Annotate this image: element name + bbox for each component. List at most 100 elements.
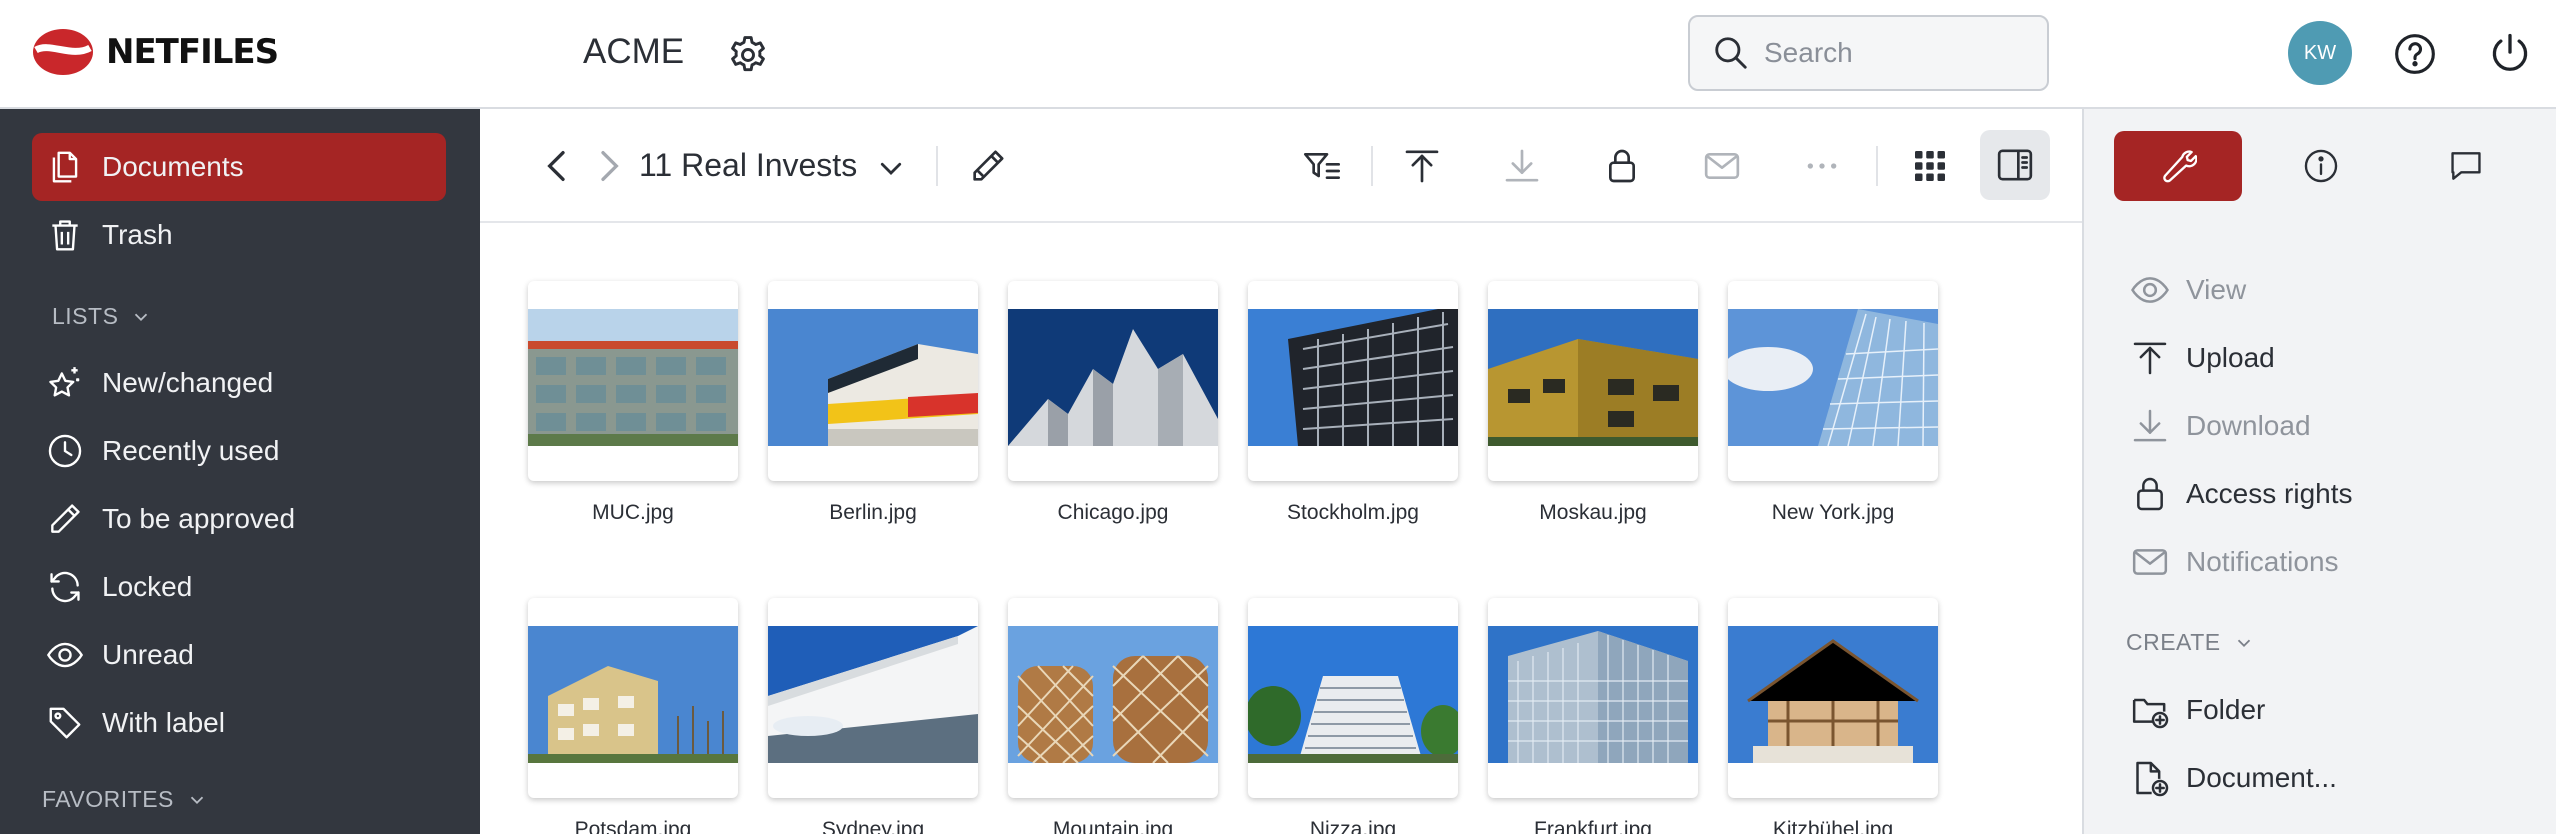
sidebar-item-locked[interactable]: Locked [32,553,446,621]
file-tile[interactable]: Potsdam.jpg [528,598,738,834]
clock-icon [48,434,82,468]
file-tile[interactable]: Moskau.jpg [1488,281,1698,525]
file-tile[interactable]: New York.jpg [1728,281,1938,525]
folder-title[interactable]: 11 Real Invests [639,143,857,187]
action-view[interactable]: View [2130,265,2246,315]
action-access-rights[interactable]: Access rights [2130,469,2353,519]
file-tile[interactable]: Mountain.jpg [1008,598,1218,834]
file-tile[interactable]: MUC.jpg [528,281,738,525]
toolbar-separator [936,146,938,186]
file-thumbnail[interactable] [1728,598,1938,798]
lists-section-header[interactable]: LISTS [52,303,152,330]
power-logout-icon[interactable] [2488,30,2532,76]
action-label: Download [2186,410,2311,441]
sidebar-item-label: With label [102,707,225,738]
forward-arrow-icon[interactable] [588,146,628,186]
action-upload[interactable]: Upload [2130,333,2275,383]
edit-pencil-icon[interactable] [968,146,1008,186]
file-name: Chicago.jpg [1057,501,1169,524]
file-name: Stockholm.jpg [1287,501,1419,524]
search-input[interactable] [1764,37,2024,69]
file-thumbnail[interactable] [1488,598,1698,798]
file-tile[interactable]: Berlin.jpg [768,281,978,525]
action-label: View [2186,274,2247,305]
file-name: Potsdam.jpg [574,818,692,834]
eye-icon [47,642,83,668]
toolbar: 11 Real Invests [480,109,2082,223]
file-thumbnail[interactable] [528,281,738,481]
sidebar-item-with-label[interactable]: With label [32,689,446,757]
wrench-icon [2163,150,2197,183]
sidebar-item-documents[interactable]: Documents [32,133,446,201]
favorites-section-header[interactable]: FAVORITES [42,786,208,813]
file-thumbnail[interactable] [1248,598,1458,798]
building-photo-muc [528,309,738,446]
download-icon [2133,409,2167,442]
file-thumbnail[interactable] [1248,281,1458,481]
mail-icon[interactable] [1702,146,1742,186]
help-icon[interactable] [2393,32,2437,76]
file-thumbnail[interactable] [1488,281,1698,481]
sidebar-panel-icon [1995,145,2035,185]
search-box[interactable] [1688,15,2049,91]
file-tile[interactable]: Kitzbühel.jpg [1728,598,1938,834]
tab-info[interactable] [2257,131,2385,201]
building-photo-kitzbuehel [1728,626,1938,763]
search-icon [1715,37,1747,69]
sidebar-item-trash[interactable]: Trash [32,201,446,269]
building-photo-sydney [768,626,978,763]
upload-icon[interactable] [1402,146,1442,186]
company-name[interactable]: ACME [583,28,684,76]
tab-comments[interactable] [2402,131,2530,201]
file-name: Mountain.jpg [1052,818,1174,834]
file-tile[interactable]: Stockholm.jpg [1248,281,1458,525]
file-thumbnail[interactable] [768,598,978,798]
file-tile[interactable]: Nizza.jpg [1248,598,1458,834]
action-label: Access rights [2186,478,2353,509]
toolbar-separator [1371,146,1373,186]
file-thumbnail[interactable] [1008,281,1218,481]
action-notifications[interactable]: Notifications [2130,537,2339,587]
gear-icon[interactable] [726,33,770,77]
sidebar-panel-toggle[interactable] [1980,130,2050,200]
action-download[interactable]: Download [2130,401,2311,451]
section-title: FAVORITES [42,786,174,812]
lock-icon[interactable] [1602,146,1642,186]
more-icon[interactable] [1802,146,1842,186]
sidebar-item-recently-used[interactable]: Recently used [32,417,446,485]
info-icon [2304,149,2338,183]
tag-icon [49,707,81,739]
file-thumbnail[interactable] [768,281,978,481]
filter-icon[interactable] [1302,146,1342,186]
chevron-down-icon[interactable] [876,153,906,183]
file-tile[interactable]: Frankfurt.jpg [1488,598,1698,834]
tab-actions[interactable] [2114,131,2242,201]
grid-view-icon[interactable] [1910,146,1950,186]
create-folder[interactable]: Folder [2130,685,2265,735]
user-avatar[interactable]: KW [2288,21,2352,85]
sidebar: Documents Trash LISTS New/changed Recent… [0,109,480,834]
sidebar-item-to-be-approved[interactable]: To be approved [32,485,446,553]
building-photo-nizza [1248,626,1458,763]
file-tile[interactable]: Chicago.jpg [1008,281,1218,525]
back-arrow-icon[interactable] [538,146,578,186]
download-icon[interactable] [1502,146,1542,186]
chevron-down-icon [190,796,204,804]
create-section-header[interactable]: CREATE [2126,629,2255,656]
netfiles-logo[interactable]: NETFILES [32,28,279,76]
file-name: Nizza.jpg [1309,818,1397,834]
file-name: New York.jpg [1771,501,1895,524]
file-thumbnail[interactable] [528,598,738,798]
file-tile[interactable]: Sydney.jpg [768,598,978,834]
sidebar-item-new-changed[interactable]: New/changed [32,349,446,417]
file-name: Moskau.jpg [1539,501,1647,524]
document-add-icon [2136,761,2169,797]
file-thumbnail[interactable] [1008,598,1218,798]
pencil-icon [51,504,80,533]
action-label: Folder [2186,694,2266,725]
file-thumbnail[interactable] [1728,281,1938,481]
create-document[interactable]: Document... [2130,753,2337,803]
netfiles-logo-icon [33,29,93,75]
sidebar-item-label: Recently used [102,435,280,466]
sidebar-item-unread[interactable]: Unread [32,621,446,689]
